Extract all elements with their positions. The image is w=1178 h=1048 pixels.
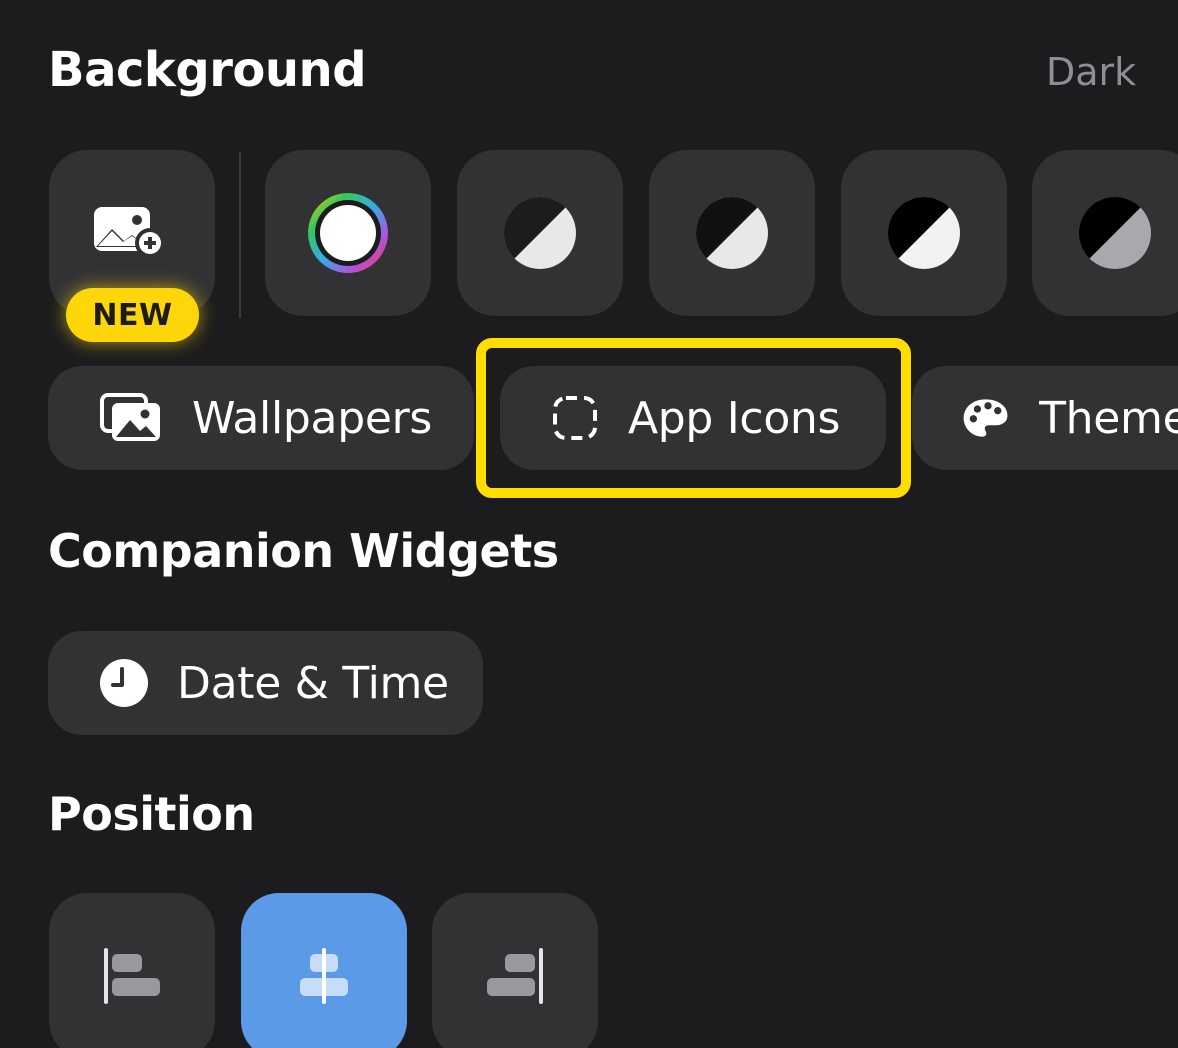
palette-icon [963, 399, 1008, 437]
tiles-divider [239, 152, 241, 318]
contrast-option-3[interactable] [841, 150, 1007, 316]
date-time-button[interactable]: Date & Time [48, 631, 483, 735]
contrast-icon [887, 196, 960, 269]
position-align-center-button[interactable] [241, 893, 407, 1048]
contrast-icon [1078, 196, 1151, 269]
position-title: Position [48, 787, 255, 841]
companion-widgets-title: Companion Widgets [48, 524, 559, 578]
position-align-left-button[interactable] [49, 893, 215, 1048]
app-icons-label: App Icons [628, 392, 841, 444]
color-wheel-icon [308, 193, 388, 273]
contrast-option-2[interactable] [649, 150, 815, 316]
customization-panel: Background Dark NEW Wallpapers App Icons… [0, 0, 1178, 1048]
position-align-right-button[interactable] [432, 893, 598, 1048]
color-wheel-tile[interactable] [265, 150, 431, 316]
dashed-square-icon [553, 396, 597, 440]
align-center-icon [300, 948, 348, 1004]
new-badge: NEW [66, 288, 199, 342]
contrast-icon [695, 196, 768, 269]
themes-label: Themes [1039, 392, 1178, 444]
align-left-icon [104, 948, 160, 1004]
wallpapers-button[interactable]: Wallpapers [48, 366, 474, 470]
contrast-icon [503, 196, 576, 269]
contrast-option-1[interactable] [457, 150, 623, 316]
appearance-mode-label[interactable]: Dark [1046, 50, 1136, 94]
align-right-icon [487, 948, 543, 1004]
background-title: Background [48, 42, 367, 98]
wallpapers-icon [100, 393, 160, 441]
app-icons-button[interactable]: App Icons [500, 366, 886, 470]
wallpapers-label: Wallpapers [192, 392, 433, 444]
themes-button[interactable]: Themes [912, 366, 1178, 470]
date-time-label: Date & Time [177, 657, 449, 709]
contrast-option-4[interactable] [1032, 150, 1178, 316]
clock-icon [100, 659, 148, 707]
add-photo-icon [94, 207, 165, 258]
